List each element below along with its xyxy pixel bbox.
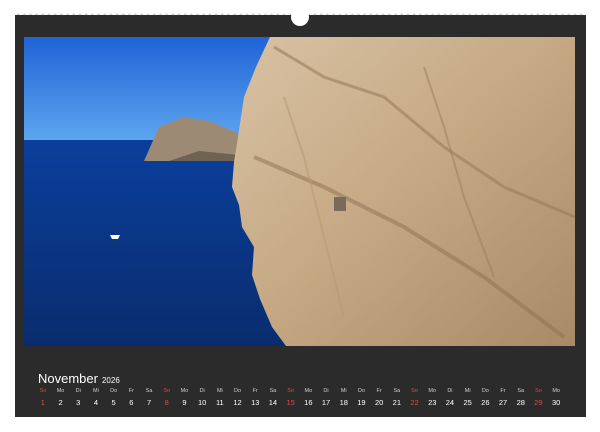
day-number: 19 xyxy=(357,398,366,407)
weekday-label: Mo xyxy=(428,388,437,394)
month-name: November xyxy=(38,371,98,386)
day-number: 16 xyxy=(304,398,313,407)
weekday-label: Sa xyxy=(517,388,525,394)
day-number: 21 xyxy=(392,398,402,407)
weekday-label: Fr xyxy=(376,388,382,394)
weekday-label: Fr xyxy=(252,388,258,394)
weekday-label: Mo xyxy=(552,388,560,394)
weekday-label: So xyxy=(287,388,294,394)
day-number: 28 xyxy=(516,398,525,407)
day-number: 17 xyxy=(321,398,331,407)
weekday-label: Mo xyxy=(180,388,189,394)
day-number: 26 xyxy=(481,398,490,407)
weekday-label: Do xyxy=(357,388,365,394)
weekday-label: Di xyxy=(447,388,453,394)
day-number: 15 xyxy=(286,398,295,407)
weekday-label: Sa xyxy=(145,388,153,394)
landscape-photo xyxy=(24,37,575,346)
day-number: 3 xyxy=(76,398,81,407)
weekday-label: Mi xyxy=(340,388,347,394)
day-number: 22 xyxy=(410,398,419,407)
day-number: 29 xyxy=(534,398,543,407)
day-number: 13 xyxy=(251,398,260,407)
day-number: 24 xyxy=(445,398,455,407)
weekday-label: So xyxy=(535,388,542,394)
weekday-label: Do xyxy=(110,388,118,394)
day-number: 11 xyxy=(215,398,224,407)
weekday-label: So xyxy=(411,388,418,394)
weekday-label: Fr xyxy=(128,388,134,394)
year-label: 2026 xyxy=(101,376,120,385)
day-number: 14 xyxy=(268,398,278,407)
month-title: November 2026 xyxy=(38,371,120,387)
day-number: 9 xyxy=(182,398,187,407)
weekday-label: Di xyxy=(75,388,81,394)
weekday-label: Di xyxy=(199,388,205,394)
weekday-label: Mo xyxy=(56,388,65,394)
day-number: 1 xyxy=(40,398,45,407)
day-number: 18 xyxy=(339,398,348,407)
weekday-label: Mo xyxy=(304,388,313,394)
weekday-label: So xyxy=(39,388,47,394)
hanging-hole xyxy=(291,8,309,26)
day-number: 27 xyxy=(498,398,508,407)
day-number: 8 xyxy=(164,398,169,407)
day-number: 6 xyxy=(129,398,134,407)
day-number: 10 xyxy=(197,398,207,407)
weekday-label: Fr xyxy=(500,388,506,394)
weekday-label: Do xyxy=(234,388,242,394)
weekday-label: Sa xyxy=(393,388,401,394)
day-number: 2 xyxy=(58,398,63,407)
weekday-label: Sa xyxy=(269,388,277,394)
weekday-label: Mi xyxy=(216,388,223,394)
day-number: 23 xyxy=(428,398,437,407)
day-number: 20 xyxy=(374,398,384,407)
weekday-label: So xyxy=(163,388,171,394)
weekday-label: Do xyxy=(481,388,489,394)
day-number: 4 xyxy=(93,398,99,407)
day-number: 12 xyxy=(233,398,242,407)
day-strip: So 1 Mo 2 Di 3 Mi 4 Do 5 Fr 6 Sa 7 So 8 Mo 9 Di 10 Mi 11 Do 12 F… xyxy=(34,388,566,412)
weekday-label: Mi xyxy=(464,388,471,394)
day-number: 25 xyxy=(463,398,472,407)
weekday-label: Di xyxy=(323,388,329,394)
day-number: 30 xyxy=(551,398,561,407)
day-number: 7 xyxy=(146,398,152,407)
day-number: 5 xyxy=(111,398,116,407)
weekday-label: Mi xyxy=(93,388,99,394)
